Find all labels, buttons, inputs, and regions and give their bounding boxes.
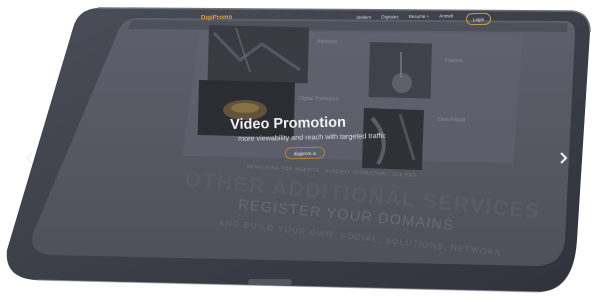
nav-item-3[interactable]: Resume + [409,14,430,19]
carousel-slide: DigiPromo Stellenr Digitales Resume + An… [0,0,595,302]
home-bar [248,279,292,285]
chevron-left-icon[interactable] [22,150,36,166]
panel-label-3: Frames [444,57,463,65]
photo-tile-1 [207,24,309,84]
chevron-right-icon[interactable] [557,150,571,166]
panel-label-2: Digital Promotion [298,95,339,103]
nav-item-2[interactable]: Digitales [381,14,398,19]
panel-label-1: Adwords [316,38,338,46]
panel-label-4: Dein Rabatt [437,116,466,124]
login-button[interactable]: Login [465,12,492,26]
hero-cta-button[interactable]: digiprom.io [284,146,326,160]
nav-item-1[interactable]: Stellenr [356,15,371,20]
site-logo[interactable]: DigiPromo [201,14,232,22]
nav-item-4[interactable]: Anmelt [439,13,453,18]
